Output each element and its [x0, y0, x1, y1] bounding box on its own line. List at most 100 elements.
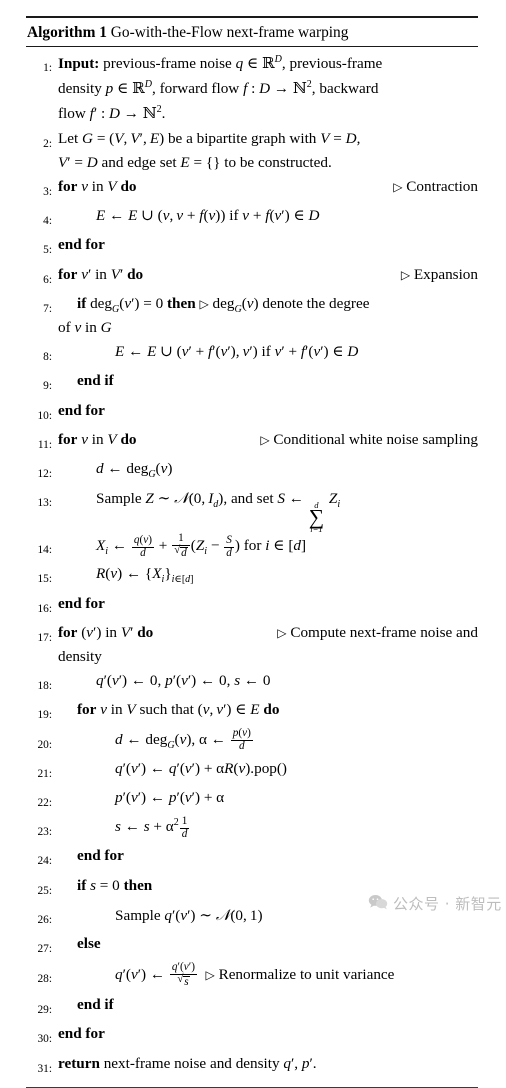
algorithm-line-10: 10: end for	[26, 399, 478, 428]
line-21-pop: .pop()	[250, 759, 287, 777]
line-number: 7:	[43, 302, 52, 315]
line-1-text-c: density	[58, 80, 102, 98]
line-number: 26:	[37, 913, 52, 926]
line-content: E ← E ∪ (v′ + f′(v′), v′) if v′ + f′(v′)…	[115, 343, 359, 361]
keyword-then: then	[167, 294, 196, 312]
line-8-if: if	[261, 343, 271, 361]
line-number: 30:	[37, 1033, 52, 1046]
line-number: 3:	[43, 186, 52, 199]
line-11-comment: ▷ Conditional white noise sampling	[260, 430, 478, 448]
line-number: 5:	[43, 244, 52, 257]
line-number: 4:	[43, 215, 52, 228]
line-content: R(v) ← {Xi}i∈[d]	[96, 565, 194, 586]
keyword-in: in	[110, 701, 123, 719]
algorithm-line-18: 18: q′(v′) ← 0, p′(v′) ← 0, s ← 0	[26, 669, 478, 698]
line-3-comment: ▷ Contraction	[393, 178, 478, 196]
watermark-text: 公众号 · 新智元	[393, 895, 502, 913]
line-number: 10:	[37, 409, 52, 422]
keyword-for: for	[58, 265, 78, 283]
keyword-input: Input:	[58, 55, 100, 72]
line-content: end for	[58, 1022, 478, 1046]
line-content: p′(v′) ← p′(v′) + α	[115, 788, 225, 806]
line-4-if: if	[229, 207, 239, 225]
comment-deg-note-b: of	[58, 319, 71, 337]
algorithm-line-30: 30: end for	[26, 1022, 478, 1051]
keyword-end-for: end for	[58, 236, 105, 254]
algorithm-title-text: Go-with-the-Flow next-frame warping	[110, 24, 349, 41]
comment-expansion: Expansion	[413, 265, 478, 283]
line-number: 20:	[37, 738, 52, 751]
line-number: 28:	[37, 973, 52, 986]
line-content: Sample Z ∼ 𝒩(0, Id), and set S ← d ∑ i=1 Z…	[96, 489, 341, 535]
algorithm-line-17: 17: for (v′) in V′ do ▷ Compute next-fra…	[26, 621, 478, 669]
keyword-if: if	[77, 294, 87, 312]
line-14-for: for	[243, 537, 262, 555]
keyword-in: in	[91, 178, 104, 196]
algorithm-steps: 1: Input: previous-frame noise q ∈ ℝD, p…	[26, 47, 478, 1081]
algorithm-line-6: 6: for v′ in V′ do ▷ Expansion	[26, 263, 478, 292]
line-content: d ← degG(v)	[96, 460, 173, 481]
line-number: 25:	[37, 884, 52, 897]
keyword-then: then	[123, 876, 153, 894]
line-number: 8:	[43, 351, 52, 364]
line-number: 24:	[37, 855, 52, 868]
keyword-end-for: end for	[58, 1025, 105, 1043]
algorithm-line-12: 12: d ← degG(v)	[26, 457, 478, 486]
line-number: 23:	[37, 826, 52, 839]
line-number: 19:	[37, 709, 52, 722]
line-content: if degG(v′) = 0 then ▷ degG(v) denote th…	[58, 294, 370, 337]
keyword-end-if: end if	[77, 996, 114, 1014]
keyword-do: do	[137, 623, 154, 641]
algorithm-line-1: 1: Input: previous-frame noise q ∈ ℝD, p…	[26, 51, 478, 127]
line-content: end for	[58, 233, 478, 257]
keyword-in: in	[105, 623, 118, 641]
algorithm-line-11: 11: for v in V do ▷ Conditional white no…	[26, 428, 478, 457]
line-number: 6:	[43, 273, 52, 286]
line-26-sample: Sample	[115, 906, 161, 924]
line-content: for v in V do ▷ Contraction	[58, 175, 478, 199]
line-content: end if	[58, 369, 478, 393]
line-2-text-d: to be constructed.	[224, 153, 332, 171]
algorithm-block: Algorithm 1 Go-with-the-Flow next-frame …	[26, 16, 478, 1088]
algorithm-line-7: 7: if degG(v′) = 0 then ▷ degG(v) denote…	[26, 292, 478, 340]
line-content: else	[58, 932, 478, 956]
line-1-text-b: , previous-frame	[281, 55, 383, 72]
keyword-for: for	[77, 701, 97, 719]
comment-contraction: Contraction	[406, 178, 478, 196]
keyword-do: do	[127, 265, 144, 283]
line-number: 2:	[43, 137, 52, 150]
line-1-text-e: , backward	[311, 80, 379, 98]
line-13-sample: Sample	[96, 490, 142, 508]
algorithm-line-27: 27: else	[26, 932, 478, 961]
algorithm-title: Algorithm 1 Go-with-the-Flow next-frame …	[26, 18, 478, 46]
line-2-text-a: Let	[58, 129, 79, 147]
comment-compute-b: density	[58, 647, 102, 665]
line-number: 27:	[37, 942, 52, 955]
keyword-else: else	[77, 934, 101, 952]
keyword-do: do	[120, 178, 137, 196]
line-content: q′(v′) ← 0, p′(v′) ← 0, s ← 0	[96, 672, 271, 690]
keyword-for: for	[58, 430, 78, 448]
algorithm-line-22: 22: p′(v′) ← p′(v′) + α	[26, 786, 478, 815]
line-6-comment: ▷ Expansion	[400, 265, 478, 283]
wechat-icon	[368, 894, 388, 914]
line-17-comment: ▷ Compute next-frame noise and	[277, 623, 478, 641]
line-content: q′(v′) ← q′(v′)s ▷ Renormalize to unit v…	[58, 961, 478, 989]
keyword-do: do	[120, 430, 137, 448]
line-content: for (v′) in V′ do ▷ Compute next-frame n…	[58, 621, 478, 669]
algorithm-line-5: 5: end for	[26, 233, 478, 262]
line-content: for v in V such that (v, v′) ∈ E do	[77, 701, 280, 719]
algorithm-line-3: 3: for v in V do ▷ Contraction	[26, 175, 478, 204]
line-number: 31:	[37, 1062, 52, 1075]
algorithm-line-14: 14: Xi ← q(v)d + 1d(Zi − Sd) for i ∈ [d]	[26, 532, 478, 562]
line-number: 12:	[37, 468, 52, 481]
line-number: 16:	[37, 602, 52, 615]
line-2-text-b: be a bipartite graph with	[167, 129, 317, 147]
line-content: E ← E ∪ (v, v + f(v)) if v + f(v′) ∈ D	[96, 207, 320, 225]
keyword-end-for: end for	[77, 847, 124, 865]
line-content: end for	[58, 592, 478, 616]
keyword-in: in	[95, 265, 107, 283]
keyword-return: return	[58, 1054, 100, 1072]
algorithm-line-4: 4: E ← E ∪ (v, v + f(v)) if v + f(v′) ∈ …	[26, 204, 478, 233]
algorithm-line-28: 28: q′(v′) ← q′(v′)s ▷ Renormalize to un…	[26, 961, 478, 993]
